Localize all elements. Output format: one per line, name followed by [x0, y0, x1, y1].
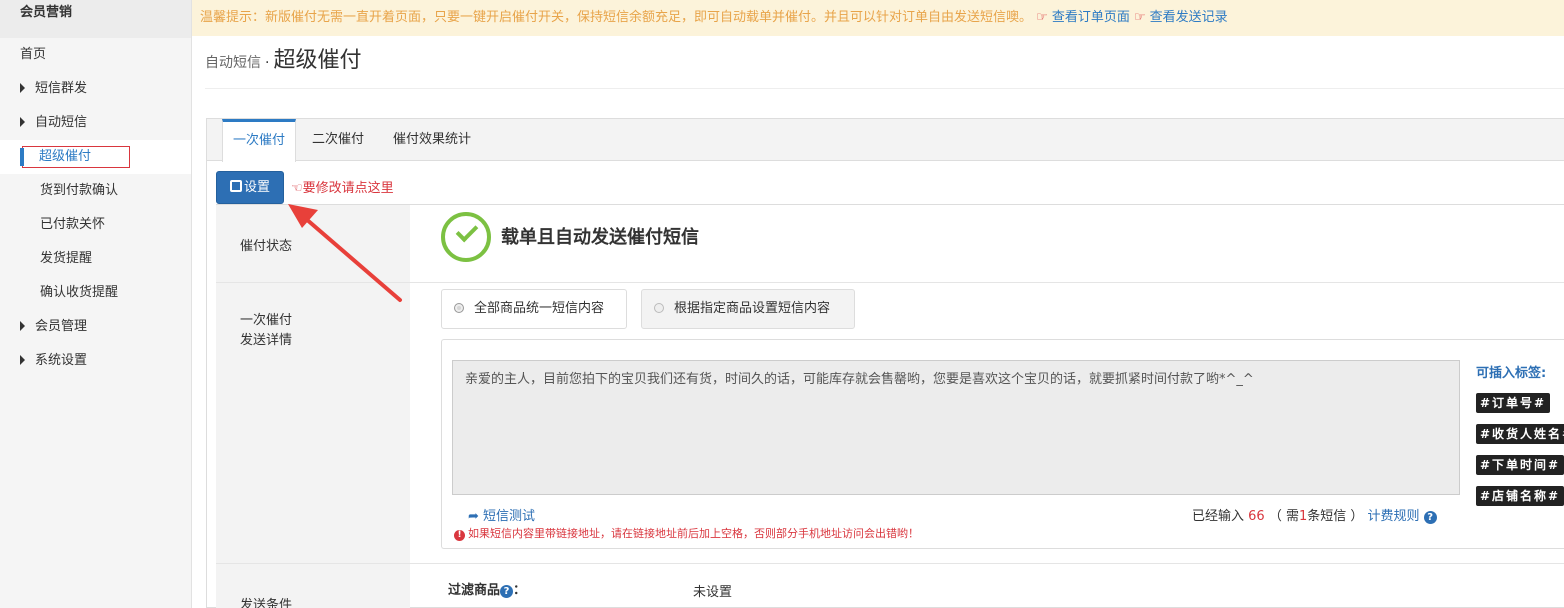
breadcrumb-separator: ·	[265, 55, 270, 71]
sidebar-item-member-management[interactable]: 会员管理	[0, 310, 191, 344]
main-panel: 一次催付 二次催付 催付效果统计 设置 ☜要修改请点这里 催付状态 载单且自动发…	[206, 118, 1564, 608]
pointing-hand-icon: ☞	[1036, 10, 1048, 25]
radio-unselected-icon	[654, 303, 664, 313]
page-title: 超级催付	[273, 48, 362, 73]
option-uniform-content[interactable]: 全部商品统一短信内容	[441, 289, 627, 329]
sidebar-item-label: 确认收货提醒	[40, 285, 119, 300]
filter-goods-text: 过滤商品	[448, 583, 501, 598]
count-value: 66	[1248, 509, 1265, 524]
pointing-hand-icon: ☞	[1133, 10, 1146, 25]
notice-text: 温馨提示：新版催付无需一直开着页面，只要一键开启催付开关，保持短信余额充足，即可…	[200, 10, 1033, 25]
tag-shop-name[interactable]: #店铺名称#	[1476, 486, 1564, 506]
radio-selected-icon	[454, 303, 464, 313]
caret-right-icon	[20, 321, 25, 331]
tab-bar: 一次催付 二次催付 催付效果统计	[207, 119, 1564, 162]
sidebar-item-label: 已付款关怀	[40, 217, 106, 232]
tags-title: 可插入标签:	[1476, 366, 1547, 381]
caret-right-icon	[20, 355, 25, 365]
breadcrumb: 自动短信 · 超级催付	[205, 42, 361, 74]
char-count: 已经输入 66 （ 需1条短信 ） 计费规则 ?	[1192, 505, 1437, 524]
edit-icon	[229, 180, 242, 192]
caret-right-icon	[20, 83, 25, 93]
sidebar: 会员营销 首页 短信群发 自动短信 超级催付 货到付款确认 已付款关怀 发货提醒…	[0, 0, 192, 608]
sidebar-item-label: 会员管理	[35, 319, 88, 334]
form-area: 催付状态 载单且自动发送催付短信 一次催付 发送详情 全部商品统一短信内容 根据…	[216, 204, 1564, 608]
count-prefix: 已经输入	[1192, 509, 1245, 524]
link-warning: ! 如果短信内容里带链接地址，请在链接地址前后加上空格，否则部分手机地址访问会出错…	[454, 525, 919, 541]
filter-goods-colon: ：	[513, 583, 527, 598]
option-label: 全部商品统一短信内容	[474, 301, 605, 316]
option-label: 根据指定商品设置短信内容	[674, 301, 831, 316]
tag-order-number[interactable]: #订单号#	[1476, 393, 1551, 413]
count-suffix: 条短信 ）	[1307, 509, 1364, 524]
tag-order-time[interactable]: #下单时间#	[1476, 455, 1564, 475]
breadcrumb-parent[interactable]: 自动短信	[205, 55, 261, 71]
settings-button[interactable]: 设置	[216, 171, 284, 204]
detail-label-line2: 发送详情	[240, 333, 293, 348]
sms-test-link[interactable]: ➦ 短信测试	[468, 505, 535, 524]
sidebar-item-sms-broadcast[interactable]: 短信群发	[0, 72, 191, 106]
settings-button-label: 设置	[243, 180, 270, 195]
status-text: 载单且自动发送催付短信	[501, 227, 699, 248]
tag-receiver-name[interactable]: #收货人姓名#	[1476, 424, 1564, 444]
active-indicator	[20, 148, 24, 166]
condition-label-text: 发送条件	[240, 598, 293, 608]
pointing-hand-icon: ☜	[291, 181, 303, 196]
help-icon[interactable]: ?	[500, 585, 514, 598]
sidebar-item-label: 货到付款确认	[40, 183, 119, 198]
row-divider	[216, 282, 1564, 283]
sidebar-item-cod-confirm[interactable]: 货到付款确认	[0, 174, 191, 208]
filter-goods-label: 过滤商品?：	[448, 579, 526, 598]
title-divider	[205, 88, 1564, 89]
help-icon[interactable]: ?	[1423, 511, 1437, 524]
fee-rule-link[interactable]: 计费规则	[1368, 509, 1420, 524]
caret-right-icon	[20, 117, 25, 127]
tab-first-reminder[interactable]: 一次催付	[222, 119, 297, 162]
settings-hint: ☜要修改请点这里	[291, 177, 394, 196]
condition-label: 发送条件	[216, 564, 410, 608]
notice-bar: 温馨提示：新版催付无需一直开着页面，只要一键开启催付开关，保持短信余额充足，即可…	[192, 0, 1564, 36]
sidebar-item-shipping-notice[interactable]: 发货提醒	[0, 242, 191, 276]
warning-text: 如果短信内容里带链接地址，请在链接地址前后加上空格，否则部分手机地址访问会出错哟…	[468, 527, 919, 540]
count-mid: （ 需	[1268, 509, 1299, 524]
settings-hint-text: 要修改请点这里	[302, 181, 394, 196]
sidebar-item-label: 首页	[20, 47, 47, 62]
option-specific-content[interactable]: 根据指定商品设置短信内容	[641, 289, 855, 329]
share-arrow-icon: ➦	[468, 509, 479, 524]
warning-icon: !	[454, 530, 465, 541]
sidebar-item-label: 系统设置	[35, 353, 88, 368]
sidebar-item-label: 发货提醒	[40, 251, 93, 266]
message-textarea[interactable]: 亲爱的主人，目前您拍下的宝贝我们还有货，时间久的话，可能库存就会售罄哟，您要是喜…	[452, 360, 1460, 495]
sidebar-title: 会员营销	[0, 0, 191, 38]
sidebar-item-home[interactable]: 首页	[0, 38, 191, 72]
sidebar-item-label: 自动短信	[35, 115, 88, 130]
sidebar-item-super-reminder[interactable]: 超级催付	[0, 140, 191, 174]
tab-second-reminder[interactable]: 二次催付	[312, 119, 364, 161]
sidebar-item-label: 短信群发	[35, 81, 88, 96]
sms-test-label: 短信测试	[483, 509, 536, 524]
view-orders-link[interactable]: 查看订单页面	[1052, 10, 1130, 25]
view-records-link[interactable]: 查看发送记录	[1150, 10, 1228, 25]
detail-label-line1: 一次催付	[240, 313, 293, 328]
annotation-arrow	[288, 204, 402, 302]
message-editor: 亲爱的主人，目前您拍下的宝贝我们还有货，时间久的话，可能库存就会售罄哟，您要是喜…	[441, 339, 1564, 549]
sidebar-item-paid-care[interactable]: 已付款关怀	[0, 208, 191, 242]
sidebar-item-auto-sms[interactable]: 自动短信	[0, 106, 191, 140]
tab-effect-stats[interactable]: 催付效果统计	[393, 119, 471, 161]
row-divider	[216, 563, 1564, 564]
detail-label: 一次催付 发送详情	[216, 283, 410, 563]
sidebar-item-receipt-reminder[interactable]: 确认收货提醒	[0, 276, 191, 310]
sidebar-item-system-settings[interactable]: 系统设置	[0, 344, 191, 378]
check-circle-icon	[441, 212, 491, 262]
filter-goods-value: 未设置	[693, 585, 733, 600]
sidebar-item-label: 超级催付	[22, 146, 131, 168]
